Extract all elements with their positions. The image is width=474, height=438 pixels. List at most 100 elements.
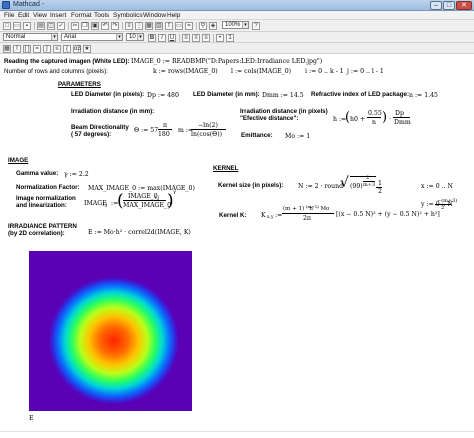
programming-palette-icon[interactable]: { — [63, 45, 71, 53]
align-center-icon[interactable]: ≡ — [192, 34, 200, 42]
image-norm-denominator: MAX_IMAGE_0 — [123, 202, 172, 209]
chevron-down-icon: ▾ — [242, 22, 248, 28]
h-dmm-denominator: Dmm — [394, 119, 411, 126]
open-folder-icon[interactable]: ▭ — [13, 22, 21, 30]
insert-function-icon[interactable]: f — [165, 22, 173, 30]
font-size-value: 10 — [129, 34, 136, 40]
symbolic-palette-icon[interactable]: ★ — [83, 45, 91, 53]
align-across-icon[interactable]: ≡ — [125, 22, 133, 30]
parameters-heading: PARAMETERS — [58, 81, 101, 88]
image-definition[interactable]: IMAGE_0 := READBMP("D:Papers:LED:Irradia… — [131, 58, 322, 65]
irradiance-heatmap[interactable] — [29, 251, 192, 411]
matrix-palette-icon[interactable]: [ ] — [23, 45, 31, 53]
minimize-button[interactable]: – — [430, 1, 442, 10]
insert-hyperlink-icon[interactable]: ⚲ — [199, 22, 207, 30]
font-select[interactable]: Arial ▾ — [61, 33, 123, 41]
refractive-index-label: Refractive index of LED package: — [311, 91, 409, 98]
new-file-icon[interactable]: □ — [3, 22, 11, 30]
h-fraction-numerator: 0.55 — [368, 110, 382, 117]
j-range-definition[interactable]: j := 0 .. l - 1 — [347, 68, 384, 75]
align-left-icon[interactable]: ≡ — [182, 34, 190, 42]
l-definition[interactable]: l := cols(IMAGE_0) — [231, 68, 291, 75]
menu-window[interactable]: Window — [143, 12, 166, 19]
boolean-palette-icon[interactable]: ≤ — [53, 45, 61, 53]
redo-icon[interactable]: ↷ — [111, 22, 119, 30]
kernel-size-frac-num: 1 — [378, 180, 382, 187]
zoom-select[interactable]: 100% ▾ — [222, 21, 249, 29]
menu-tools[interactable]: Tools — [94, 12, 109, 19]
component-wizard-icon[interactable]: ◈ — [209, 22, 217, 30]
beam-directionality-label: Beam Directionality — [71, 124, 129, 131]
menu-symbolics[interactable]: Symbolics — [113, 12, 143, 19]
k-definition[interactable]: k := rows(IMAGE_0) — [153, 68, 218, 75]
insert-matrix-icon[interactable]: ▥ — [155, 22, 163, 30]
print-preview-icon[interactable]: ◫ — [47, 22, 55, 30]
align-down-icon[interactable]: ⋮ — [135, 22, 143, 30]
worksheet[interactable]: Reading the captured imagen (White LED):… — [0, 54, 474, 438]
mathcad-app-icon — [2, 1, 10, 9]
cut-icon[interactable]: ✂ — [71, 22, 79, 30]
standard-toolbar: □ ▭ ▪ ▤ ◫ ✓ ✂ ❐ ▣ ↶ ↷ ≡ ⋮ ▦ ▥ f ▭ = ⚲ ◈ … — [0, 20, 474, 32]
help-icon[interactable]: ? — [252, 22, 260, 30]
e-definition[interactable]: E := Mo·h² · correl2d(IMAGE, K) — [88, 229, 191, 236]
insert-unit-icon[interactable]: ▭ — [175, 22, 183, 30]
x-range-definition[interactable]: x := 0 .. N — [421, 183, 453, 190]
menu-file[interactable]: File — [4, 12, 14, 19]
menu-insert[interactable]: Insert — [50, 12, 66, 19]
image-linearization-label: and linearization: — [16, 202, 67, 209]
menu-format[interactable]: Format — [71, 12, 92, 19]
italic-button[interactable]: I — [158, 34, 166, 42]
spell-check-icon[interactable]: ✓ — [57, 22, 65, 30]
underline-button[interactable]: U — [168, 34, 176, 42]
refractive-index-definition[interactable]: n := 1.45 — [409, 92, 438, 99]
numbering-icon[interactable]: 1 — [226, 34, 234, 42]
menu-view[interactable]: View — [33, 12, 47, 19]
menu-bar: File Edit View Insert Format Tools Symbo… — [0, 11, 474, 20]
kernel-k-lhs[interactable]: K — [261, 212, 266, 219]
toolbar-divider — [213, 34, 214, 42]
sqrt-bar — [350, 176, 376, 177]
paren-right: ) — [382, 110, 388, 125]
graph-palette-icon[interactable]: ⌇ — [13, 45, 21, 53]
maximize-button[interactable]: □ — [443, 1, 455, 10]
zoom-value: 100% — [225, 22, 241, 28]
emittance-label: Emittance: — [241, 132, 273, 139]
fraction-bar — [282, 213, 334, 214]
align-right-icon[interactable]: ≡ — [202, 34, 210, 42]
evaluation-palette-icon[interactable]: = — [33, 45, 41, 53]
insert-graph-icon[interactable]: ▦ — [145, 22, 153, 30]
beam-degrees-label: ( 57 degrees): — [71, 131, 112, 138]
copy-icon[interactable]: ❐ — [81, 22, 89, 30]
led-diameter-mm-definition[interactable]: Dmm := 14.5 — [262, 92, 304, 99]
led-diameter-px-definition[interactable]: Dp := 480 — [147, 92, 179, 99]
style-select[interactable]: Normal ▾ — [3, 33, 58, 41]
correlation-label: (by 2D correlation): — [8, 230, 65, 237]
equals-icon[interactable]: = — [185, 22, 193, 30]
calculator-palette-icon[interactable]: ▦ — [3, 45, 11, 53]
effective-distance-label: Irradiation distance (in pixels) "Efecti… — [240, 108, 328, 122]
greek-palette-icon[interactable]: αβ — [73, 45, 81, 53]
gamma-definition[interactable]: γ := 2.2 — [64, 171, 89, 178]
i-range-definition[interactable]: i := 0 .. k - 1 — [305, 68, 344, 75]
irradiance-spot — [29, 251, 192, 411]
font-size-select[interactable]: 10 ▾ — [126, 33, 144, 41]
menu-help[interactable]: Help — [167, 12, 180, 19]
bullets-icon[interactable]: • — [216, 34, 224, 42]
toolbar-divider — [34, 22, 35, 30]
kernel-heading: KERNEL — [213, 165, 239, 172]
undo-icon[interactable]: ↶ — [101, 22, 109, 30]
emittance-definition[interactable]: Mo := 1 — [285, 133, 310, 140]
calculus-palette-icon[interactable]: ∫ — [43, 45, 51, 53]
image-norm-exponent: γ — [173, 189, 176, 195]
print-icon[interactable]: ▤ — [37, 22, 45, 30]
kernel-k-exp-den: 2 — [441, 205, 445, 211]
menu-edit[interactable]: Edit — [18, 12, 29, 19]
normalization-definition[interactable]: MAX_IMAGE_0 := max(IMAGE_0) — [88, 185, 195, 192]
kernel-size-definition[interactable]: N := 2 · round — [298, 183, 343, 190]
bold-button[interactable]: B — [148, 34, 156, 42]
save-icon[interactable]: ▪ — [23, 22, 31, 30]
close-button[interactable]: ✕ — [456, 1, 472, 10]
kernel-k-label: Kernel K: — [219, 212, 247, 219]
paste-icon[interactable]: ▣ — [91, 22, 99, 30]
image-norm-subscript: i,j — [103, 203, 108, 208]
